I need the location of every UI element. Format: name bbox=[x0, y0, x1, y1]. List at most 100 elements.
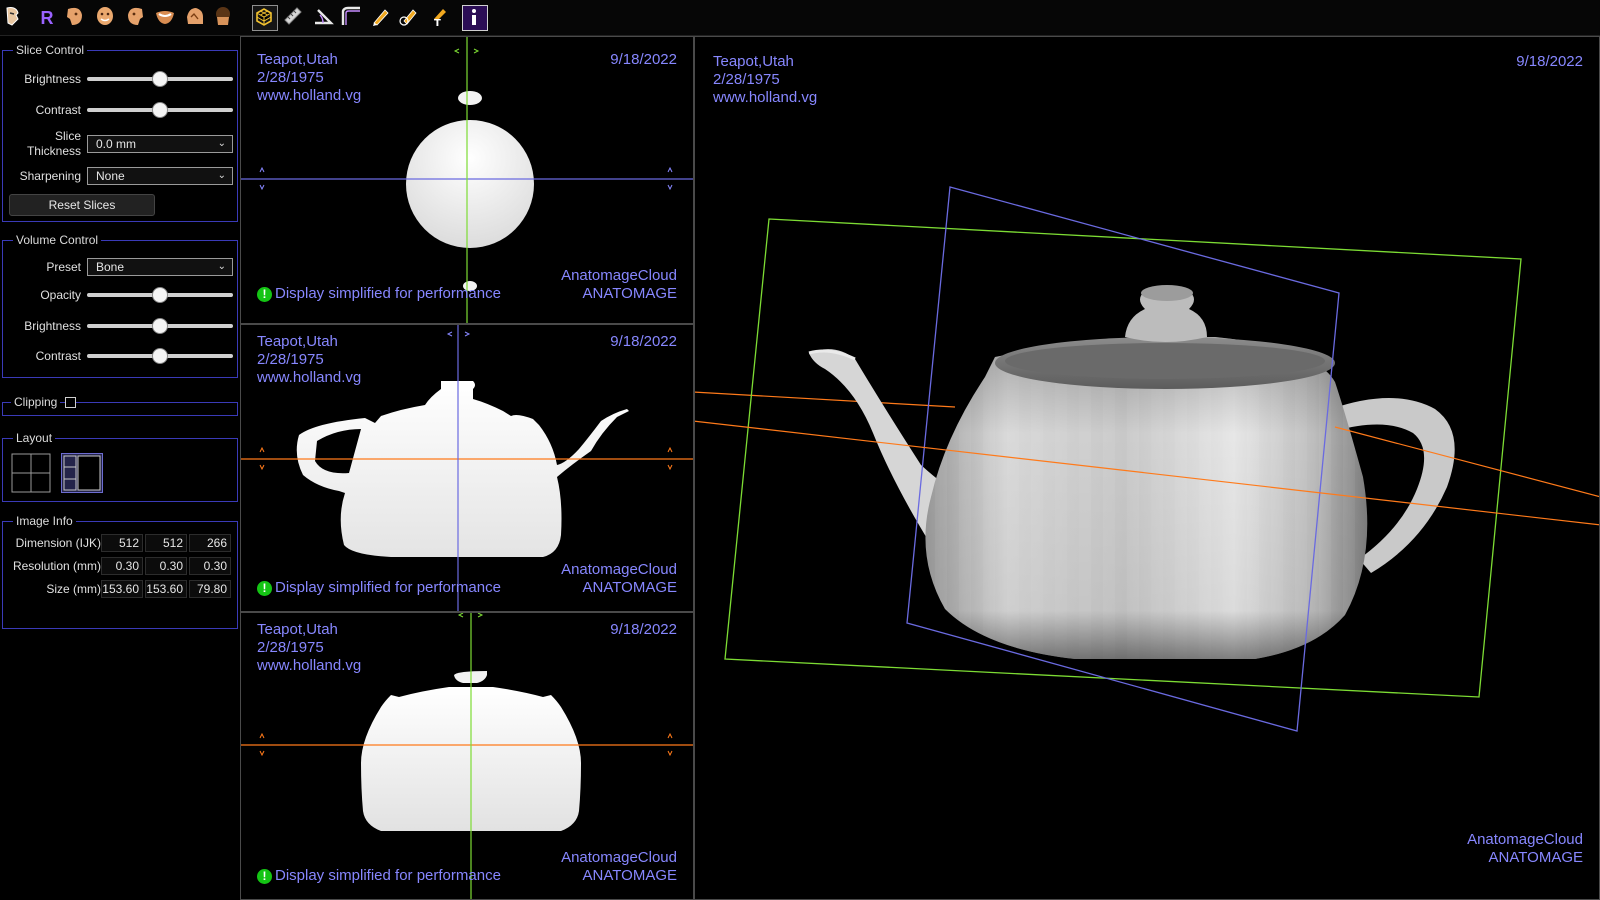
patient-name: Teapot,Utah bbox=[257, 51, 338, 68]
brand-anatomage: ANATOMAGE bbox=[582, 285, 677, 302]
svg-text:T: T bbox=[434, 18, 441, 27]
patient-name: Teapot,Utah bbox=[713, 53, 794, 70]
dental-lateral-view-icon[interactable] bbox=[2, 5, 28, 31]
brand-cloud: AnatomageCloud bbox=[561, 267, 677, 284]
resolution-i-value: 0.30 bbox=[101, 557, 143, 575]
layout-panel: Layout bbox=[2, 431, 238, 502]
head-back-icon[interactable] bbox=[212, 5, 238, 31]
patient-dob: 2/28/1975 bbox=[713, 71, 780, 88]
volume-brightness-slider[interactable] bbox=[87, 318, 233, 334]
opacity-label: Opacity bbox=[40, 288, 81, 302]
slider-knob[interactable] bbox=[152, 102, 168, 118]
dimension-i-value: 512 bbox=[101, 534, 143, 552]
sagittal-brand: AnatomageCloud ANATOMAGE bbox=[561, 561, 677, 597]
slice-brightness-label: Brightness bbox=[24, 72, 81, 86]
website: www.holland.vg bbox=[713, 89, 818, 106]
jaw-bottom-icon[interactable] bbox=[154, 5, 180, 31]
website: www.holland.vg bbox=[257, 369, 362, 386]
size-i-value: 153.60 bbox=[101, 580, 143, 598]
opacity-slider[interactable] bbox=[87, 287, 233, 303]
teapot-3d-render bbox=[695, 186, 1599, 732]
notice-text: Display simplified for performance bbox=[275, 285, 501, 302]
slice-thickness-label-1: Slice bbox=[54, 129, 81, 143]
skull-icon[interactable] bbox=[184, 5, 210, 31]
reset-slices-button[interactable]: Reset Slices bbox=[9, 194, 155, 216]
axial-view[interactable]: Teapot,Utah 2/28/1975 www.holland.vg 9/1… bbox=[240, 36, 694, 324]
slider-knob[interactable] bbox=[152, 318, 168, 334]
brand-anatomage: ANATOMAGE bbox=[1488, 849, 1583, 866]
clipping-checkbox[interactable] bbox=[65, 397, 76, 408]
slice-thickness-value: 0.0 mm bbox=[96, 137, 137, 151]
dimension-k-value: 266 bbox=[189, 534, 231, 552]
face-left-icon[interactable] bbox=[64, 5, 90, 31]
volume-control-title: Volume Control bbox=[13, 233, 102, 248]
slider-knob[interactable] bbox=[152, 71, 168, 87]
face-right-icon[interactable] bbox=[124, 5, 150, 31]
slice-control-panel: Slice Control Brightness Contrast Slice … bbox=[2, 43, 238, 222]
curve-icon[interactable] bbox=[340, 5, 366, 31]
slice-thickness-select[interactable]: 0.0 mm ⌄ bbox=[87, 135, 233, 153]
ruler-icon[interactable] bbox=[282, 5, 308, 31]
notice-text: Display simplified for performance bbox=[275, 867, 501, 884]
r-label: R bbox=[40, 7, 54, 28]
sidebar: Slice Control Brightness Contrast Slice … bbox=[0, 36, 240, 900]
patient-dob: 2/28/1975 bbox=[257, 351, 324, 368]
study-date: 9/18/2022 bbox=[610, 621, 677, 638]
face-front-icon[interactable] bbox=[94, 5, 120, 31]
study-date: 9/18/2022 bbox=[610, 51, 677, 68]
chevron-down-icon: ⌄ bbox=[217, 261, 226, 272]
preset-select[interactable]: Bone ⌄ bbox=[87, 258, 233, 276]
slice-contrast-slider[interactable] bbox=[87, 102, 233, 118]
layout-grid-2x2-button[interactable] bbox=[11, 453, 51, 493]
volume-render-icon[interactable] bbox=[252, 5, 278, 31]
pen-area-icon[interactable] bbox=[398, 5, 424, 31]
layout-1-3-button[interactable] bbox=[61, 453, 103, 493]
angle-icon[interactable] bbox=[312, 5, 338, 31]
axial-patient-info: Teapot,Utah 2/28/1975 www.holland.vg bbox=[257, 51, 361, 105]
slider-knob[interactable] bbox=[152, 287, 168, 303]
brand-cloud: AnatomageCloud bbox=[561, 561, 677, 578]
volume-brightness-label: Brightness bbox=[24, 319, 81, 333]
volume-patient-info: Teapot,Utah 2/28/1975 www.holland.vg bbox=[713, 53, 817, 107]
slice-brightness-slider[interactable] bbox=[87, 71, 233, 87]
study-date: 9/18/2022 bbox=[610, 333, 677, 350]
resolution-k-value: 0.30 bbox=[189, 557, 231, 575]
brand-cloud: AnatomageCloud bbox=[561, 849, 677, 866]
coronal-view[interactable]: Teapot,Utah 2/28/1975 www.holland.vg 9/1… bbox=[240, 612, 694, 900]
slider-knob[interactable] bbox=[152, 348, 168, 364]
warning-icon: ! bbox=[257, 580, 272, 596]
layout-grid-icon bbox=[11, 453, 51, 493]
text-annotation-icon[interactable]: T bbox=[428, 5, 454, 31]
clipping-panel: Clipping bbox=[2, 395, 238, 416]
volume-contrast-slider[interactable] bbox=[87, 348, 233, 364]
notice-text: Display simplified for performance bbox=[275, 579, 501, 596]
slice-contrast-label: Contrast bbox=[35, 103, 81, 117]
size-j-value: 153.60 bbox=[145, 580, 187, 598]
axial-brand: AnatomageCloud ANATOMAGE bbox=[561, 267, 677, 303]
size-k-value: 79.80 bbox=[189, 580, 231, 598]
performance-notice: ! Display simplified for performance bbox=[257, 579, 501, 597]
slice-control-title: Slice Control bbox=[13, 43, 88, 58]
layout-title: Layout bbox=[13, 431, 56, 446]
brand-anatomage: ANATOMAGE bbox=[582, 867, 677, 884]
info-icon[interactable] bbox=[462, 5, 488, 31]
volume-3d-view[interactable]: Teapot,Utah 2/28/1975 www.holland.vg 9/1… bbox=[694, 36, 1600, 900]
performance-notice: ! Display simplified for performance bbox=[257, 867, 501, 885]
volume-control-panel: Volume Control Preset Bone ⌄ Opacity Brig… bbox=[2, 233, 238, 378]
image-info-panel: Image Info Dimension (IJK) 512 512 266 R… bbox=[2, 514, 238, 629]
sagittal-view[interactable]: Teapot,Utah 2/28/1975 www.holland.vg 9/1… bbox=[240, 324, 694, 612]
website: www.holland.vg bbox=[257, 657, 362, 674]
coronal-patient-info: Teapot,Utah 2/28/1975 www.holland.vg bbox=[257, 621, 361, 675]
dimension-j-value: 512 bbox=[145, 534, 187, 552]
volume-contrast-label: Contrast bbox=[35, 349, 81, 363]
performance-notice: ! Display simplified for performance bbox=[257, 285, 501, 303]
volume-brand: AnatomageCloud ANATOMAGE bbox=[1467, 831, 1583, 867]
sharpening-select[interactable]: None ⌄ bbox=[87, 167, 233, 185]
layout-split-icon bbox=[63, 455, 101, 491]
chevron-down-icon: ⌄ bbox=[217, 170, 226, 181]
dimension-label: Dimension (IJK) bbox=[15, 536, 101, 550]
image-info-title: Image Info bbox=[13, 514, 76, 529]
warning-icon: ! bbox=[257, 868, 272, 884]
r-button[interactable]: R bbox=[34, 5, 60, 31]
pen-icon[interactable] bbox=[370, 5, 396, 31]
